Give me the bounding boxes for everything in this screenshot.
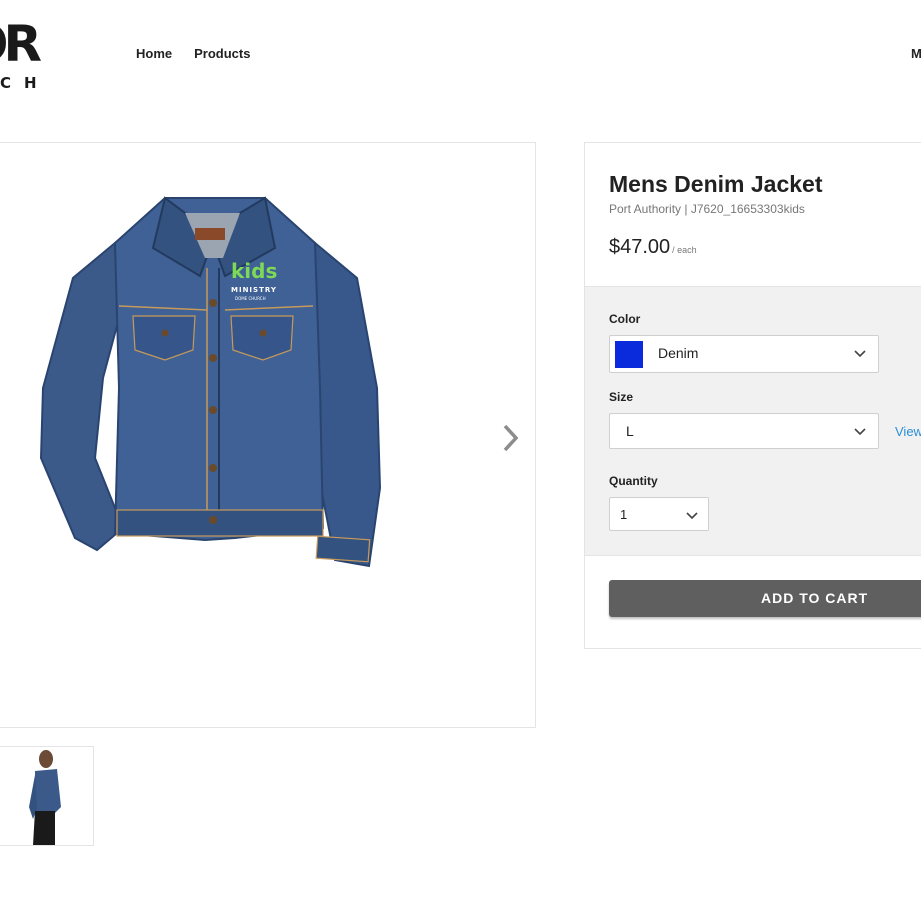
jacket-print-church: DOME CHURCH: [235, 296, 266, 301]
color-select[interactable]: Denim: [609, 335, 879, 373]
nav-account-truncated[interactable]: M: [911, 46, 921, 61]
chevron-right-icon[interactable]: [499, 423, 523, 453]
chevron-down-icon: [854, 428, 866, 436]
nav-home[interactable]: Home: [136, 46, 172, 61]
size-select[interactable]: L: [609, 413, 879, 449]
product-title: Mens Denim Jacket: [609, 171, 823, 197]
thumbnail-image: [29, 750, 61, 845]
jacket-print-ministry: MINISTRY: [231, 286, 277, 294]
price-unit: / each: [672, 245, 697, 255]
product-options: Color Denim Size L View Quantity 1: [585, 286, 921, 556]
product-main-image: kids MINISTRY DOME CHURCH: [39, 196, 382, 568]
size-label: Size: [609, 390, 634, 404]
quantity-label: Quantity: [609, 474, 658, 488]
color-swatch: [615, 341, 643, 368]
quantity-select[interactable]: 1: [609, 497, 709, 531]
add-to-cart-button[interactable]: ADD TO CART: [609, 580, 921, 617]
price-value: $47.00: [609, 236, 671, 258]
quantity-select-value: 1: [620, 507, 628, 522]
add-to-cart-label: ADD TO CART: [761, 590, 869, 606]
chevron-down-icon: [686, 512, 698, 520]
product-sku: Port Authority | J7620_16653303kids: [609, 202, 805, 216]
gallery-thumbnail[interactable]: [0, 746, 94, 846]
size-select-value: L: [626, 423, 634, 439]
nav-products[interactable]: Products: [194, 46, 250, 61]
size-chart-link[interactable]: View: [895, 424, 921, 439]
logo[interactable]: OR CH: [0, 18, 70, 98]
jacket-print-kids: kids: [231, 259, 277, 283]
color-label: Color: [609, 312, 641, 326]
product-details-panel: Mens Denim Jacket Port Authority | J7620…: [584, 142, 921, 649]
logo-mark: OR: [0, 18, 42, 73]
main-nav: Home Products: [136, 46, 250, 61]
logo-subtext: CH: [0, 74, 50, 92]
color-select-value: Denim: [658, 345, 699, 361]
chevron-down-icon: [854, 350, 866, 358]
product-price: $47.00/ each: [609, 236, 697, 259]
product-gallery: kids MINISTRY DOME CHURCH: [0, 142, 536, 728]
